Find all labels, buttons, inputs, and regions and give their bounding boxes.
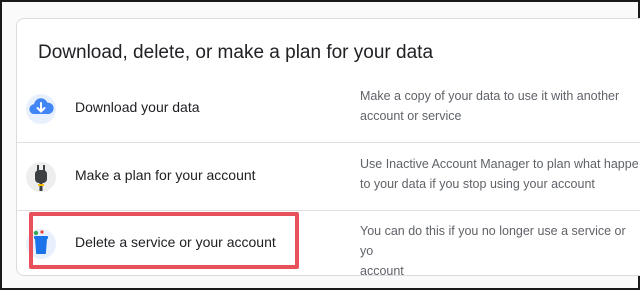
plan-account-row[interactable]: Make a plan for your account Use Inactiv… bbox=[2, 143, 639, 209]
power-plug-icon bbox=[24, 159, 58, 193]
row-description: Make a copy of your data to use it with … bbox=[360, 89, 620, 123]
trash-can-icon bbox=[24, 226, 58, 260]
row-description: Use Inactive Account Manager to plan wha… bbox=[360, 157, 639, 191]
row-label: Download your data bbox=[75, 99, 200, 115]
cloud-download-icon bbox=[24, 91, 58, 125]
row-label: Make a plan for your account bbox=[75, 167, 256, 183]
row-description: You can do this if you no longer use a s… bbox=[360, 224, 626, 278]
download-data-row[interactable]: Download your data Make a copy of your d… bbox=[2, 75, 628, 141]
card-title: Download, delete, or make a plan for you… bbox=[38, 42, 434, 63]
screenshot-frame: Download, delete, or make a plan for you… bbox=[0, 0, 640, 290]
row-label: Delete a service or your account bbox=[75, 234, 276, 250]
delete-service-row[interactable]: Delete a service or your account You can… bbox=[2, 210, 628, 278]
